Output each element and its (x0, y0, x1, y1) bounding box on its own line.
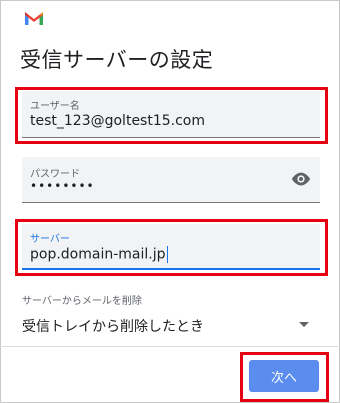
gmail-logo-icon (25, 12, 43, 25)
username-label: ユーザー名 (30, 101, 80, 112)
server-value: pop.domain-mail.jp (30, 246, 166, 263)
next-button[interactable]: 次へ (249, 360, 319, 392)
delete-option-select[interactable]: 受信トレイから削除したとき (22, 316, 204, 336)
server-label: サーバー (30, 234, 70, 245)
dropdown-arrow-icon[interactable] (299, 322, 309, 327)
eye-icon[interactable] (290, 171, 312, 187)
password-value: •••••••• (30, 179, 95, 193)
password-field[interactable]: パスワード •••••••• (22, 157, 320, 203)
footer-divider (0, 346, 340, 347)
server-field[interactable]: サーバー pop.domain-mail.jp (22, 224, 320, 270)
page-title: 受信サーバーの設定 (20, 48, 214, 72)
username-value: test_123@goltest15.com (30, 113, 205, 129)
server-value-wrap: pop.domain-mail.jp (30, 246, 168, 263)
username-field[interactable]: ユーザー名 test_123@goltest15.com (22, 91, 320, 138)
password-label: パスワード (30, 169, 80, 180)
text-cursor (166, 246, 168, 263)
delete-option-label: サーバーからメールを削除 (22, 296, 142, 307)
